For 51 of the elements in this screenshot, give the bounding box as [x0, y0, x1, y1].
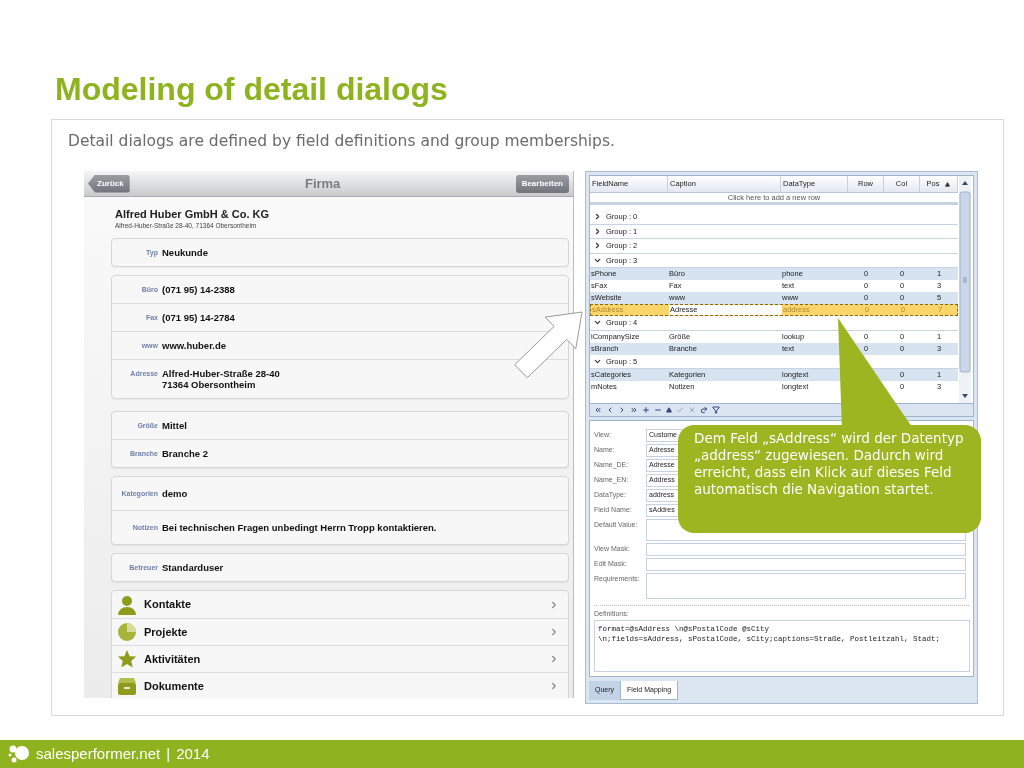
check-icon[interactable]: [676, 406, 684, 414]
field-value: Alfred-Huber-Straße 28-40 71364 Obersontheim: [162, 368, 280, 390]
field-value: (071 95) 14-2784: [162, 312, 235, 323]
next-record-icon[interactable]: [618, 406, 626, 414]
related-list-label: Projekte: [144, 624, 188, 640]
screen-title: Firma: [304, 174, 341, 193]
up-icon[interactable]: [666, 407, 672, 413]
edit-button[interactable]: Bearbeiten: [515, 174, 569, 193]
filter-icon[interactable]: [712, 406, 720, 414]
slide-title: Modeling of detail dialogs: [55, 72, 448, 106]
last-record-icon[interactable]: [630, 406, 638, 414]
back-button[interactable]: Zurück: [88, 174, 130, 193]
star-icon: [117, 649, 137, 669]
add-icon[interactable]: [642, 406, 650, 414]
related-list-label: Dokumente: [144, 678, 204, 694]
input-field[interactable]: [646, 573, 966, 599]
footer-year: 2014: [176, 743, 210, 764]
chevron-icon: [549, 681, 559, 691]
field-value: Standarduser: [162, 562, 224, 573]
logo-icon: [8, 744, 30, 764]
archive-box-icon: [117, 677, 137, 695]
footer-separator: |: [166, 743, 171, 764]
pie-chart-icon: [117, 622, 137, 642]
previous-record-icon[interactable]: [606, 406, 614, 414]
input-field[interactable]: [646, 543, 966, 556]
expand-icon[interactable]: [593, 226, 602, 236]
related-list-item[interactable]: Kontakte: [112, 591, 568, 618]
input-field[interactable]: [646, 558, 966, 571]
related-list-label: Kontakte: [144, 597, 192, 613]
refresh-icon[interactable]: [700, 406, 708, 414]
related-list-label: Aktivitäten: [144, 651, 201, 667]
chevron-icon: [549, 599, 559, 610]
expand-icon[interactable]: [593, 241, 602, 251]
footer-site: salesperformer.net: [36, 743, 161, 764]
field-value: Bei technischen Fragen unbedingt Herrn Tropp kontaktieren.: [162, 522, 437, 533]
person-icon: [117, 594, 137, 615]
related-list-item[interactable]: Projekte: [112, 618, 568, 645]
related-list-item[interactable]: Dokumente: [112, 672, 568, 698]
chevron-icon: [549, 627, 559, 637]
field-value: (071 95) 14-2388: [162, 284, 235, 295]
field-value: Mittel: [162, 420, 187, 431]
chevron-icon: [549, 654, 559, 664]
related-list-item[interactable]: Aktivitäten: [112, 645, 568, 672]
expand-icon[interactable]: [593, 212, 602, 222]
field-value: demo: [162, 488, 188, 499]
field-value: Branche 2: [162, 448, 208, 459]
field-value: Neukunde: [162, 247, 208, 258]
field-value: www.huber.de: [162, 340, 227, 351]
company-name: Alfred Huber GmbH & Co. KG: [115, 208, 269, 221]
slide-subtitle: Detail dialogs are defined by field definitions and group memberships.: [68, 131, 615, 151]
first-record-icon[interactable]: [594, 406, 602, 414]
